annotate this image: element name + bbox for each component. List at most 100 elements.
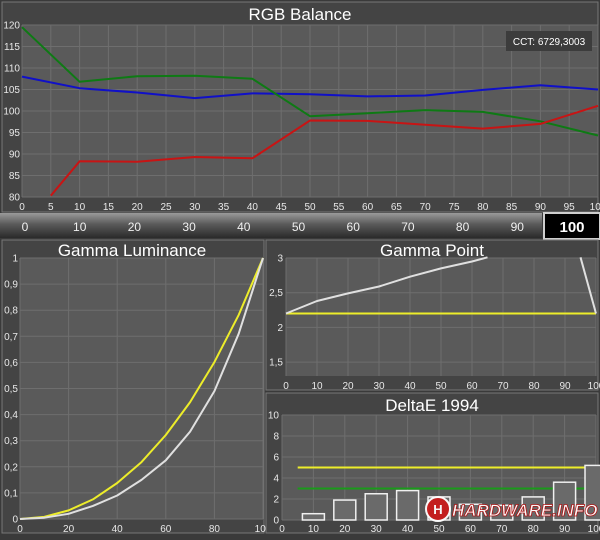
gamma_lum-y-tick-label: 0,3 [4, 436, 18, 447]
hardware-info-logo: H HARDWARE.INFO [425, 496, 598, 522]
deltae-title: DeltaE 1994 [385, 396, 479, 415]
rgb-y-tick-label: 115 [4, 42, 20, 53]
rgb-x-tick-label: 65 [391, 202, 403, 213]
gamma_point-x-tick-label: 70 [497, 381, 509, 392]
rgb-x-tick-label: 70 [420, 202, 432, 213]
deltae-x-tick-label: 20 [339, 524, 351, 535]
gamma_lum-x-tick-label: 80 [209, 524, 221, 535]
deltae-x-tick-label: 40 [402, 524, 414, 535]
deltae-y-tick-label: 6 [273, 453, 279, 464]
slider-tick-label: 60 [347, 220, 361, 234]
rgb-x-tick-label: 0 [19, 202, 25, 213]
gamma_lum-y-tick-label: 1 [12, 254, 18, 265]
gamma_lum-y-tick-label: 0,6 [4, 358, 18, 369]
gamma_lum-x-tick-label: 60 [160, 524, 172, 535]
rgb-x-tick-label: 95 [564, 202, 576, 213]
rgb-x-tick-label: 20 [132, 202, 144, 213]
slider-tick-label: 70 [401, 220, 415, 234]
gamma_point-x-tick-label: 80 [528, 381, 540, 392]
rgb-x-tick-label: 90 [535, 202, 547, 213]
deltae-y-tick-label: 4 [273, 474, 279, 485]
rgb-x-tick-label: 15 [103, 202, 115, 213]
rgb-x-tick-label: 40 [247, 202, 259, 213]
deltae-x-tick-label: 30 [371, 524, 383, 535]
gamma_point-x-tick-label: 60 [466, 381, 478, 392]
rgb-y-tick-label: 85 [9, 171, 21, 182]
deltae-x-tick-label: 70 [496, 524, 508, 535]
deltae-bar [364, 493, 388, 521]
rgb-x-tick-label: 55 [333, 202, 345, 213]
gamma_point-x-tick-label: 0 [283, 381, 289, 392]
slider-tick-label: 0 [22, 220, 29, 234]
deltae-bar [395, 489, 420, 521]
slider-tick-label: 90 [511, 220, 525, 234]
gamma-luminance-title: Gamma Luminance [58, 241, 206, 260]
gamma_point-x-tick-label: 90 [559, 381, 571, 392]
gamma_lum-x-tick-label: 40 [112, 524, 124, 535]
gamma_lum-y-tick-label: 0,2 [4, 462, 18, 473]
rgb-chart-title: RGB Balance [249, 5, 352, 24]
deltae-bar [333, 499, 357, 521]
logo-badge-letter: H [433, 502, 442, 517]
rgb-x-tick-label: 60 [362, 202, 374, 213]
rgb-x-tick-label: 50 [304, 202, 316, 213]
deltae-bar [301, 512, 326, 521]
gamma_point-x-tick-label: 10 [311, 381, 323, 392]
rgb-x-tick-label: 45 [276, 202, 288, 213]
gamma_point-y-tick-label: 3 [277, 254, 283, 265]
cct-label: CCT: 6729,3003 [513, 37, 586, 48]
deltae-y-tick-label: 2 [273, 495, 279, 506]
rgb-x-tick-label: 80 [477, 202, 489, 213]
rgb-x-tick-label: 5 [48, 202, 54, 213]
slider-tick-label: 30 [182, 220, 196, 234]
slider-tick-label: 50 [292, 220, 306, 234]
deltae-x-tick-label: 0 [279, 524, 285, 535]
rgb-y-tick-label: 95 [9, 128, 21, 139]
deltae-x-tick-label: 90 [559, 524, 571, 535]
deltae-x-tick-label: 100 [588, 524, 600, 535]
gamma_point-x-tick-label: 50 [435, 381, 447, 392]
gamma_point-x-tick-label: 30 [373, 381, 385, 392]
rgb-y-tick-label: 105 [3, 85, 20, 96]
rgb-y-tick-label: 110 [4, 64, 20, 75]
deltae-x-tick-label: 80 [528, 524, 540, 535]
gamma_lum-y-tick-label: 0,8 [4, 306, 18, 317]
rgb-x-tick-label: 100 [590, 202, 600, 213]
rgb-y-tick-label: 100 [3, 107, 20, 118]
gamma_lum-y-tick-label: 0,5 [4, 384, 18, 395]
slider-tick-label: 10 [73, 220, 87, 234]
deltae-x-tick-label: 60 [465, 524, 477, 535]
dashboard-canvas: RGB Balance 808590951001051101151200 5 10 1… [0, 0, 600, 535]
slider-tick-label: 40 [237, 220, 251, 234]
gamma_lum-y-tick-label: 0,4 [4, 410, 18, 421]
rgb-y-tick-label: 90 [9, 150, 21, 161]
deltae-x-tick-label: 50 [433, 524, 445, 535]
slider-value: 100 [559, 219, 584, 236]
slider-tick-label: 80 [456, 220, 470, 234]
gamma_point-y-tick-label: 1,5 [269, 358, 283, 369]
rgb-x-tick-label: 85 [506, 202, 518, 213]
gamma_point-y-tick-label: 2,5 [269, 288, 283, 299]
rgb-y-tick-label: 120 [3, 21, 20, 32]
gamma_lum-x-tick-label: 20 [63, 524, 75, 535]
gamma_lum-y-tick-label: 0,1 [4, 488, 18, 499]
gamma_point-y-tick-label: 2 [277, 323, 283, 334]
deltae-y-tick-label: 10 [268, 411, 280, 422]
gamma_point-x-tick-label: 40 [404, 381, 416, 392]
rgb-x-tick-label: 35 [218, 202, 230, 213]
deltae-x-tick-label: 10 [308, 524, 320, 535]
deltae-y-tick-label: 8 [273, 432, 279, 443]
slider-tick-label: 20 [128, 220, 142, 234]
gamma_lum-y-tick-label: 0,9 [4, 280, 18, 291]
watermark-text: HARDWARE.INFO [452, 501, 597, 520]
gamma-point-title: Gamma Point [380, 241, 484, 260]
gamma_lum-y-tick-label: 0,7 [4, 332, 18, 343]
rgb-x-tick-label: 10 [74, 202, 86, 213]
app-root: RGB Balance 80 85 90 95 100 105 110 115 120 0 5 10 1… [0, 0, 600, 535]
gamma_lum-x-tick-label: 0 [17, 524, 23, 535]
rgb-x-tick-label: 75 [448, 202, 460, 213]
rgb-x-tick-label: 25 [160, 202, 172, 213]
gamma_point-x-tick-label: 20 [342, 381, 354, 392]
rgb-x-tick-label: 30 [189, 202, 201, 213]
gamma_point-x-tick-label: 100 [588, 381, 600, 392]
